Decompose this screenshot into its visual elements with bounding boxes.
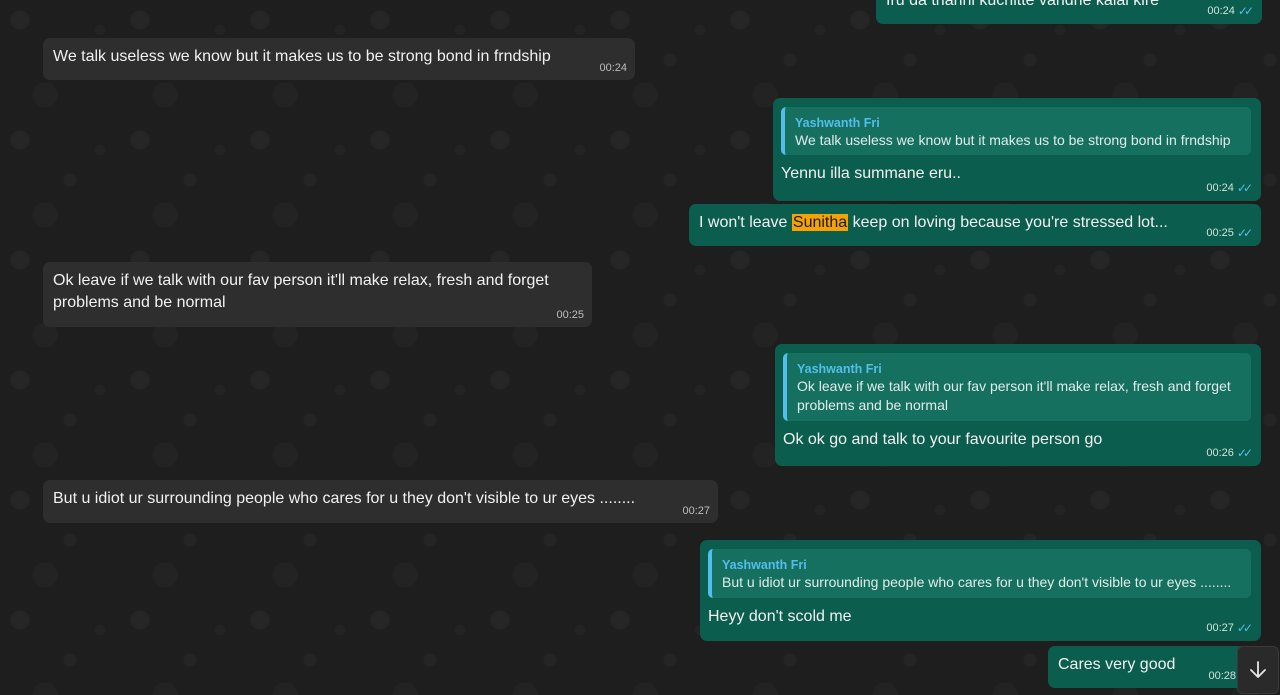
message-meta: 00:26 ✓✓ <box>1206 446 1253 460</box>
quoted-message[interactable]: Yashwanth Fri But u idiot ur surrounding… <box>708 549 1251 598</box>
message-time: 00:26 <box>1206 447 1234 459</box>
message-time: 00:24 <box>599 62 627 74</box>
message-meta: 00:24 ✓✓ <box>1206 181 1253 195</box>
message-bubble-incoming[interactable]: But u idiot ur surrounding people who ca… <box>43 480 718 523</box>
quoted-text: But u idiot ur surrounding people who ca… <box>722 574 1232 590</box>
message-bubble-outgoing[interactable]: Yashwanth Fri Ok leave if we talk with o… <box>775 344 1261 466</box>
message-text: I won't leave Sunitha keep on loving bec… <box>699 212 1251 234</box>
message-meta: 00:24 <box>599 62 627 74</box>
quoted-sender-name: Yashwanth Fri <box>722 558 807 572</box>
message-time: 00:27 <box>682 505 710 517</box>
message-text-after: keep on loving because you're stressed l… <box>848 214 1168 231</box>
message-bubble-incoming[interactable]: Ok leave if we talk with our fav person … <box>43 262 592 327</box>
message-text: Ok ok go and talk to your favourite pers… <box>783 431 1103 448</box>
double-check-icon: ✓✓ <box>1236 621 1253 635</box>
double-check-icon: ✓✓ <box>1236 226 1253 240</box>
quoted-sender-name: Yashwanth Fri <box>797 362 882 376</box>
quoted-sender-name: Yashwanth Fri <box>795 116 880 130</box>
quoted-text: We talk useless we know but it makes us … <box>795 132 1231 148</box>
message-time: 00:27 <box>1206 622 1234 634</box>
message-bubble-incoming[interactable]: We talk useless we know but it makes us … <box>43 38 635 80</box>
arrow-down-icon <box>1250 661 1266 678</box>
message-meta: 00:25 ✓✓ <box>1206 226 1253 240</box>
message-meta: 00:25 <box>556 309 584 321</box>
double-check-icon: ✓✓ <box>1236 446 1253 460</box>
quoted-text: Ok leave if we talk with our fav person … <box>797 378 1231 413</box>
message-text: Heyy don't scold me <box>708 608 852 625</box>
message-text: Yennu illa summane eru.. <box>781 165 961 182</box>
message-bubble-outgoing[interactable]: Cares very good 00:28 <box>1048 646 1246 688</box>
message-time: 00:24 <box>1206 182 1234 194</box>
message-meta: 00:27 ✓✓ <box>1206 621 1253 635</box>
message-meta: 00:24 ✓✓ <box>1207 4 1254 18</box>
message-time: 00:25 <box>556 309 584 321</box>
message-time: 00:25 <box>1206 227 1234 239</box>
message-meta: 00:27 <box>682 505 710 517</box>
double-check-icon: ✓✓ <box>1237 4 1254 18</box>
message-text: But u idiot ur surrounding people who ca… <box>53 490 636 507</box>
message-bubble-outgoing[interactable]: Yashwanth Fri We talk useless we know bu… <box>773 98 1261 201</box>
search-highlight: Sunitha <box>791 214 849 231</box>
quoted-message[interactable]: Yashwanth Fri We talk useless we know bu… <box>781 107 1251 155</box>
message-bubble-outgoing[interactable]: I won't leave Sunitha keep on loving bec… <box>689 204 1261 246</box>
message-text: We talk useless we know but it makes us … <box>53 48 551 65</box>
message-text: Ok leave if we talk with our fav person … <box>53 272 554 311</box>
message-text-before: I won't leave <box>699 214 792 231</box>
double-check-icon: ✓✓ <box>1236 181 1253 195</box>
message-meta: 00:28 <box>1208 670 1236 682</box>
message-bubble-outgoing[interactable]: Yashwanth Fri But u idiot ur surrounding… <box>700 540 1261 641</box>
chat-pane[interactable]: Iru da thanni kuchitte vandhe kalai kire… <box>0 0 1280 695</box>
message-text: Iru da thanni kuchitte vandhe kalai kire <box>886 0 1160 9</box>
quoted-message[interactable]: Yashwanth Fri Ok leave if we talk with o… <box>783 353 1251 421</box>
message-bubble-outgoing[interactable]: Iru da thanni kuchitte vandhe kalai kire… <box>876 0 1262 24</box>
message-time: 00:28 <box>1208 670 1236 682</box>
scroll-to-bottom-button[interactable] <box>1237 646 1279 694</box>
message-time: 00:24 <box>1207 5 1235 17</box>
